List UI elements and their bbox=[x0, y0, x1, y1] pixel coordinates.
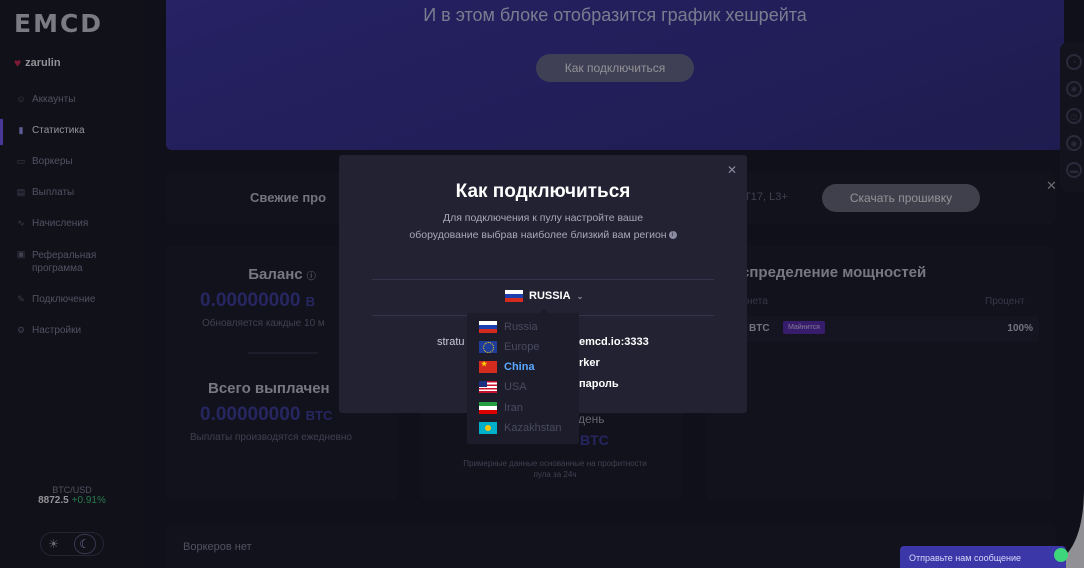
region-select[interactable]: RUSSIA ⌄ bbox=[505, 290, 583, 302]
region-option-label: China bbox=[504, 361, 535, 373]
region-option-europe[interactable]: Europe bbox=[479, 341, 539, 353]
region-option-label: Russia bbox=[504, 321, 538, 333]
region-option-china[interactable]: China bbox=[479, 361, 535, 373]
region-value: RUSSIA bbox=[529, 290, 571, 302]
region-option-label: Iran bbox=[504, 402, 523, 414]
stratum-url[interactable]: emcd.io:3333 bbox=[579, 336, 649, 348]
worker-value[interactable]: rker bbox=[579, 357, 600, 369]
modal-title: Как подключиться bbox=[455, 181, 631, 202]
china-flag-icon bbox=[479, 361, 497, 373]
close-icon[interactable]: ✕ bbox=[727, 163, 737, 177]
europe-flag-icon bbox=[479, 341, 497, 353]
region-option-usa[interactable]: USA bbox=[479, 381, 527, 393]
password-value[interactable]: пароль bbox=[579, 378, 619, 390]
chat-label: Отправьте нам сообщение bbox=[909, 553, 1022, 563]
region-option-iran[interactable]: Iran bbox=[479, 402, 523, 414]
app-root: EMCD ♥ zarulin ☺ Аккаунты ▮ Статистика ▭… bbox=[0, 0, 1084, 568]
stratum-label: stratu bbox=[437, 336, 465, 348]
chevron-down-icon: ⌄ bbox=[576, 291, 584, 301]
region-dropdown: Russia Europe China USA Iran Kazakhstan bbox=[467, 308, 579, 444]
divider bbox=[372, 279, 714, 280]
region-option-label: Europe bbox=[504, 341, 540, 353]
online-status-icon bbox=[1054, 548, 1068, 562]
iran-flag-icon bbox=[479, 402, 497, 414]
region-option-label: USA bbox=[504, 381, 527, 393]
kazakhstan-flag-icon bbox=[479, 422, 497, 434]
usa-flag-icon bbox=[479, 381, 497, 393]
region-option-russia[interactable]: Russia bbox=[479, 321, 538, 333]
region-option-kazakhstan[interactable]: Kazakhstan bbox=[479, 422, 561, 434]
info-icon[interactable]: i bbox=[668, 231, 677, 240]
modal-description: Для подключения к пулу настройте ваше об… bbox=[409, 212, 667, 241]
russia-flag-icon bbox=[505, 290, 523, 302]
russia-flag-icon bbox=[479, 321, 497, 333]
region-option-label: Kazakhstan bbox=[504, 422, 562, 434]
chat-widget[interactable]: Отправьте нам сообщение bbox=[900, 546, 1066, 568]
